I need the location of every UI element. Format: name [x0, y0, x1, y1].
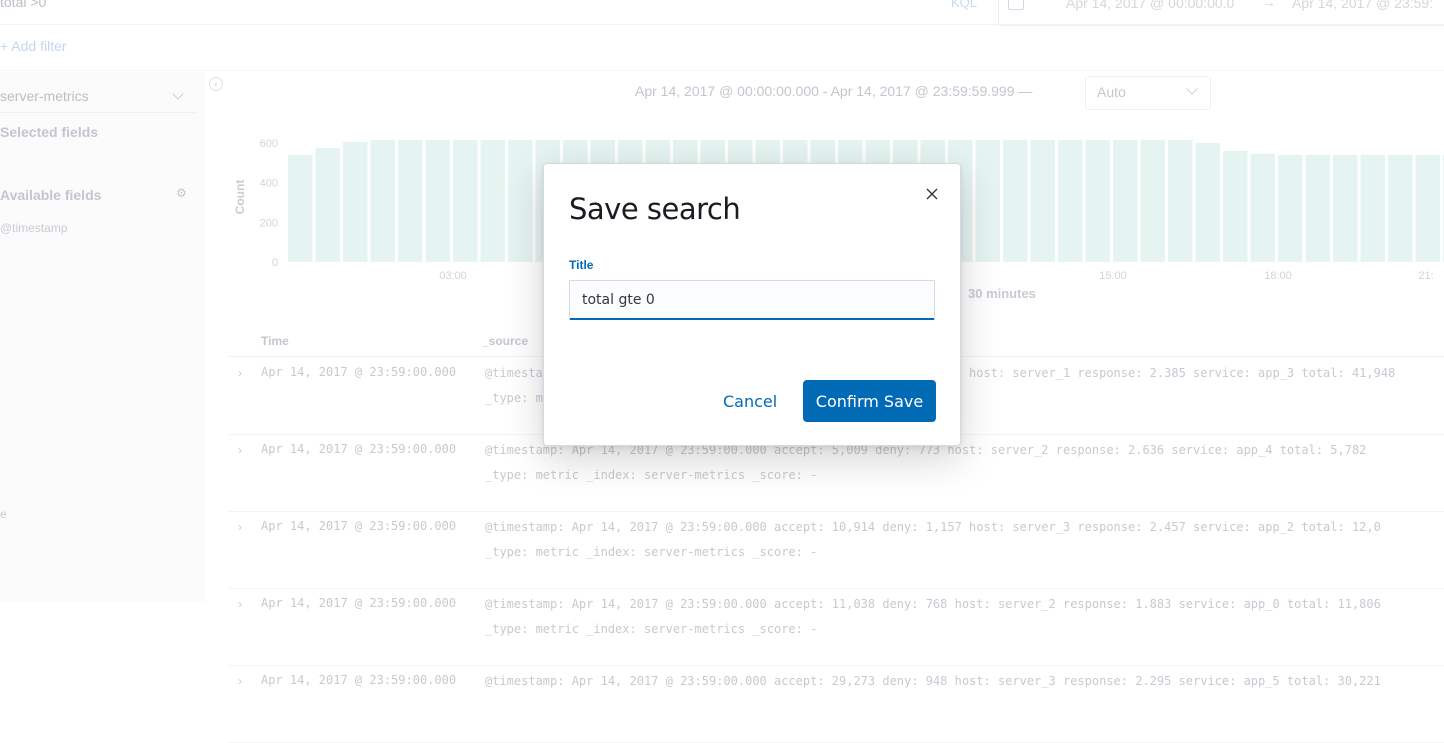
row-time: Apr 14, 2017 @ 23:59:00.000: [261, 365, 457, 379]
histogram-bar[interactable]: [370, 139, 396, 262]
histogram-bar[interactable]: [1305, 154, 1331, 262]
histogram-bar[interactable]: [1360, 154, 1386, 262]
date-end[interactable]: Apr 14, 2017 @ 23:59:: [1292, 0, 1433, 11]
histogram-bar[interactable]: [288, 154, 313, 262]
date-start[interactable]: Apr 14, 2017 @ 00:00:00.0: [1066, 0, 1234, 11]
arrow-right-icon: →: [1262, 0, 1276, 10]
row-source: @timestamp: Apr 14, 2017 @ 23:59:00.000 …: [485, 674, 1381, 688]
expand-row-icon[interactable]: ›: [238, 520, 242, 534]
histogram-bar[interactable]: [398, 139, 423, 262]
histogram-bar[interactable]: [1250, 153, 1276, 262]
query-language-toggle[interactable]: KQL: [951, 0, 977, 10]
chart-time-range: Apr 14, 2017 @ 00:00:00.000 - Apr 14, 20…: [635, 83, 1033, 99]
x-tick-label: 21:: [1418, 270, 1433, 282]
column-header-time[interactable]: Time: [261, 334, 289, 348]
confirm-save-button[interactable]: Confirm Save: [803, 380, 936, 422]
y-tick-label: 400: [260, 178, 278, 190]
save-search-modal: Save search Title Cancel Confirm Save: [543, 163, 961, 446]
title-input[interactable]: [569, 280, 935, 320]
column-header-source: _source: [482, 334, 529, 348]
y-tick-label: 600: [260, 138, 278, 150]
histogram-bar[interactable]: [1278, 154, 1303, 262]
table-row[interactable]: › Apr 14, 2017 @ 23:59:00.000 @timestamp…: [228, 512, 1444, 589]
x-tick-label: 15:00: [1099, 270, 1127, 282]
y-tick-label: 0: [272, 257, 278, 269]
histogram-bar[interactable]: [1085, 139, 1111, 262]
histogram-bar[interactable]: [425, 139, 451, 262]
row-source: @timestamp: Apr 14, 2017 @ 23:59:00.000 …: [485, 520, 1381, 534]
divider: [0, 70, 1444, 71]
row-time: Apr 14, 2017 @ 23:59:00.000: [261, 596, 457, 610]
row-time: Apr 14, 2017 @ 23:59:00.000: [261, 673, 457, 687]
histogram-bar[interactable]: [453, 139, 478, 262]
cancel-button[interactable]: Cancel: [713, 380, 787, 422]
histogram-bar[interactable]: [1388, 154, 1413, 262]
interval-value: Auto: [1097, 84, 1126, 100]
row-source: @timestamp: Apr 14, 2017 @ 23:59:00.000 …: [485, 597, 1381, 611]
row-time: Apr 14, 2017 @ 23:59:00.000: [261, 519, 457, 533]
row-meta: _type: metric _index: server-metrics _sc…: [485, 622, 818, 636]
row-time: Apr 14, 2017 @ 23:59:00.000: [261, 442, 457, 456]
calendar-icon[interactable]: [1008, 0, 1024, 10]
histogram-bar[interactable]: [975, 139, 1001, 262]
histogram-bar[interactable]: [508, 139, 533, 262]
x-tick-label: 03:00: [439, 270, 467, 282]
available-fields-heading: Available fields: [0, 187, 102, 203]
table-row[interactable]: › Apr 14, 2017 @ 23:59:00.000 @timestamp…: [228, 589, 1444, 666]
add-filter-link[interactable]: + Add filter: [0, 38, 67, 54]
histogram-bar[interactable]: [1030, 139, 1056, 262]
histogram-bar[interactable]: [1058, 139, 1083, 262]
row-meta: _type: metric _index: server-metrics _sc…: [485, 468, 818, 482]
histogram-bar[interactable]: [1223, 150, 1248, 262]
x-tick-label: 18:00: [1264, 270, 1292, 282]
expand-row-icon[interactable]: ›: [238, 443, 242, 457]
histogram-bar[interactable]: [480, 139, 506, 262]
selected-fields-heading: Selected fields: [0, 124, 99, 140]
histogram-bar[interactable]: [343, 141, 368, 262]
title-field-label: Title: [569, 258, 594, 272]
interval-note: 30 minutes: [968, 286, 1036, 301]
field-sidebar: [0, 72, 205, 602]
row-meta: _type: metric _index: server-metrics _sc…: [485, 545, 818, 559]
close-icon[interactable]: [924, 186, 940, 202]
histogram-bar[interactable]: [1195, 142, 1221, 262]
histogram-bar[interactable]: [1113, 139, 1138, 262]
histogram-bar[interactable]: [1415, 154, 1441, 262]
histogram-bar[interactable]: [1003, 139, 1028, 262]
table-row[interactable]: › Apr 14, 2017 @ 23:59:00.000 @timestamp…: [228, 435, 1444, 512]
modal-title: Save search: [569, 192, 741, 226]
expand-row-icon[interactable]: ›: [238, 597, 242, 611]
expand-row-icon[interactable]: ›: [238, 366, 242, 380]
histogram-bar[interactable]: [1168, 139, 1193, 262]
field-item-timestamp[interactable]: @timestamp: [0, 221, 68, 235]
query-bar: total >0 KQL Apr 14, 2017 @ 00:00:00.0 →…: [0, 0, 1444, 26]
histogram-bar[interactable]: [315, 147, 341, 262]
y-axis-label: Count: [233, 180, 247, 215]
gear-icon[interactable]: ⚙: [176, 186, 187, 200]
histogram-bar[interactable]: [1333, 154, 1358, 262]
y-tick-label: 200: [260, 217, 278, 229]
field-item[interactable]: e: [0, 507, 7, 521]
collapse-sidebar-icon[interactable]: ‹: [209, 77, 223, 91]
histogram-bar[interactable]: [1140, 139, 1166, 262]
table-row[interactable]: › Apr 14, 2017 @ 23:59:00.000 @timestamp…: [228, 666, 1444, 743]
expand-row-icon[interactable]: ›: [238, 674, 242, 688]
query-input[interactable]: total >0: [0, 0, 46, 10]
index-pattern-label: server-metrics: [0, 88, 89, 104]
